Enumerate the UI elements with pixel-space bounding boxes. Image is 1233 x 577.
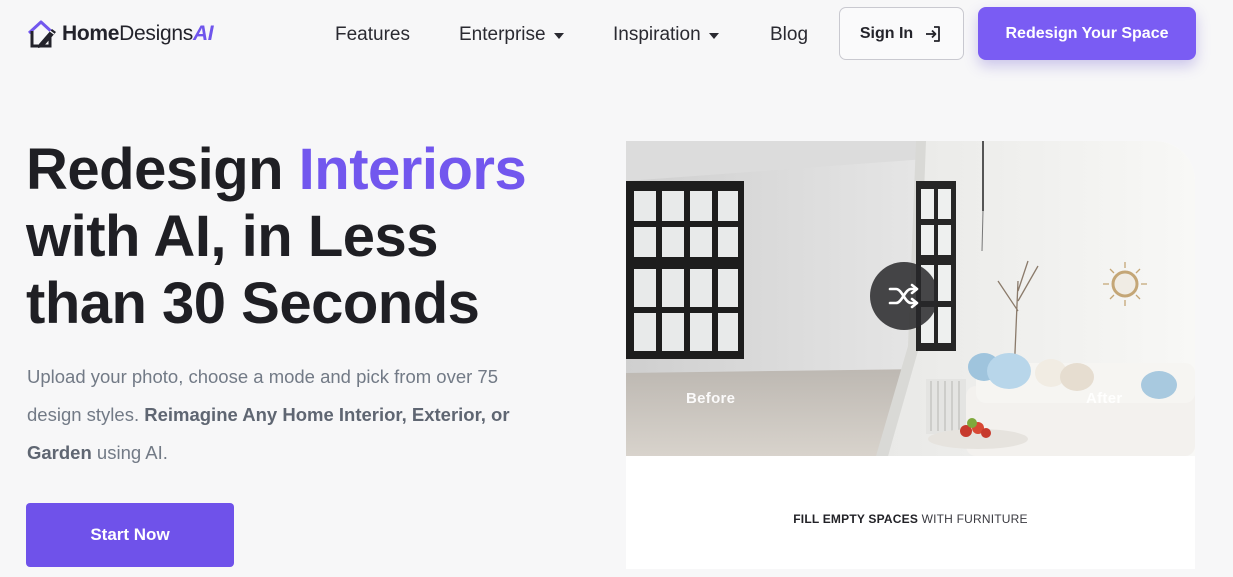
sign-in-arrow-icon xyxy=(926,25,941,42)
logo[interactable]: HomeDesignsAI xyxy=(26,18,214,50)
nav-enterprise-dropdown[interactable]: Enterprise xyxy=(459,24,564,46)
nav-blog[interactable]: Blog xyxy=(770,24,808,46)
swap-before-after-button[interactable] xyxy=(870,262,938,330)
nav-blog-label: Blog xyxy=(770,24,809,45)
before-label: Before xyxy=(686,390,736,407)
logo-text: HomeDesignsAI xyxy=(62,22,214,45)
nav-inspiration-label: Inspiration xyxy=(613,24,701,45)
caret-down-icon xyxy=(553,33,564,39)
nav-enterprise-label: Enterprise xyxy=(459,24,546,45)
nav-features[interactable]: Features xyxy=(335,24,410,46)
hero-title: Redesign Interiors with AI, in Less than… xyxy=(26,137,527,336)
sign-in-label: Sign In xyxy=(859,24,914,42)
hero-title-accent: Interiors xyxy=(298,137,527,202)
card-caption: FILL EMPTY SPACES WITH FURNITURE xyxy=(793,512,1028,526)
shuffle-icon xyxy=(888,283,919,309)
start-now-button[interactable]: Start Now xyxy=(26,503,234,567)
caret-down-icon xyxy=(708,33,719,39)
nav-features-label: Features xyxy=(335,24,410,45)
house-pen-icon xyxy=(27,20,56,48)
sign-in-button[interactable]: Sign In xyxy=(839,7,964,60)
before-after-card: Before After FILL EMPTY SPACES WITH FURN… xyxy=(626,141,1195,569)
top-navigation: HomeDesignsAI Features Enterprise Inspir… xyxy=(0,0,1233,72)
nav-inspiration-dropdown[interactable]: Inspiration xyxy=(613,24,719,46)
after-label: After xyxy=(1086,390,1123,407)
redesign-your-space-button[interactable]: Redesign Your Space xyxy=(978,7,1196,60)
hero-description: Upload your photo, choose a mode and pic… xyxy=(27,366,510,463)
